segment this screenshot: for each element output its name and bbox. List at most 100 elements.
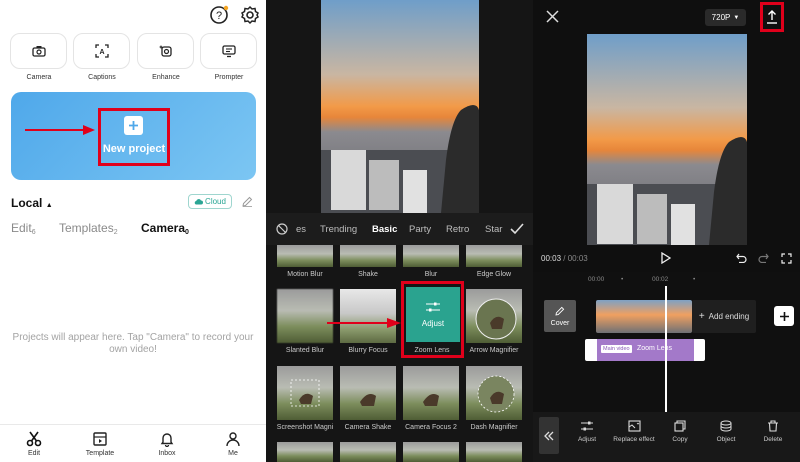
effect-thumb-blur[interactable] xyxy=(403,245,459,267)
nav-me[interactable]: Me xyxy=(213,431,253,457)
double-chevron-left-icon xyxy=(544,431,554,440)
effect-toolbar: Adjust Replace effect Copy Object Delete xyxy=(533,412,800,462)
replace-effect-button[interactable]: Replace effect xyxy=(609,420,659,443)
tab-edit[interactable]: Edit6 xyxy=(11,221,36,236)
effect-thumb-blurry-focus[interactable] xyxy=(340,289,396,343)
effect-track[interactable]: Main video Zoom Lens xyxy=(585,339,705,361)
editor-panel: 720P ▼ 00:03 / 00:03 00:00 • 00:02 • Cove… xyxy=(533,0,800,462)
settings-gear-icon[interactable] xyxy=(240,5,260,25)
cloud-icon xyxy=(194,199,204,205)
nav-edit[interactable]: Edit xyxy=(14,431,54,457)
effect-thumb-zoom-lens[interactable]: Adjust xyxy=(406,287,460,342)
preview-scene-image xyxy=(321,105,479,213)
cloud-button[interactable]: Cloud xyxy=(188,194,232,209)
prompter-tool-label: Prompter xyxy=(214,74,244,81)
effect-thumb-slanted-blur[interactable] xyxy=(277,289,333,343)
redo-icon[interactable] xyxy=(758,253,769,263)
effect-label: Edge Glow xyxy=(476,271,512,278)
effect-label: Motion Blur xyxy=(287,271,323,278)
prompter-tool-button[interactable] xyxy=(200,33,257,69)
effect-thumb[interactable] xyxy=(277,442,333,462)
adjust-button[interactable]: Adjust xyxy=(562,420,612,443)
svg-text:?: ? xyxy=(216,10,222,22)
red-arrow-icon xyxy=(25,125,95,135)
video-preview xyxy=(321,0,479,213)
delete-button[interactable]: Delete xyxy=(748,420,798,443)
preview-scene-image xyxy=(587,137,747,245)
tab-party[interactable]: Party xyxy=(409,224,431,235)
tab-templates[interactable]: Templates2 xyxy=(59,221,118,236)
nav-template[interactable]: Template xyxy=(80,431,120,457)
captions-tool-label: Captions xyxy=(88,74,116,81)
no-effect-icon[interactable] xyxy=(276,223,288,235)
play-icon[interactable] xyxy=(661,252,671,264)
effect-thumb[interactable] xyxy=(466,442,522,462)
enhance-tool-label: Enhance xyxy=(152,74,180,81)
captions-icon: A xyxy=(94,44,109,58)
object-button[interactable]: Object xyxy=(701,420,751,443)
copy-icon xyxy=(674,420,686,432)
cover-button[interactable]: Cover xyxy=(544,300,576,332)
tab-trending[interactable]: Trending xyxy=(320,224,357,235)
playhead[interactable] xyxy=(665,286,667,412)
effect-label: Blur xyxy=(424,271,438,278)
tab-camera[interactable]: Camera0 xyxy=(141,221,189,236)
effect-label: Zoom Lens xyxy=(414,347,450,354)
enhance-tool-button[interactable] xyxy=(137,33,194,69)
close-icon[interactable] xyxy=(546,10,559,23)
effect-clip-zoom-lens[interactable]: Main video Zoom Lens xyxy=(597,339,694,361)
prompter-icon xyxy=(221,45,236,58)
resolution-dropdown[interactable]: 720P ▼ xyxy=(705,9,746,26)
effect-label: Slanted Blur xyxy=(285,347,325,354)
effect-label: Dash Magnifier xyxy=(470,424,518,431)
local-section-title[interactable]: Local ▲ xyxy=(11,196,53,210)
bottom-navigation: Edit Template Inbox Me xyxy=(0,424,266,462)
replace-icon xyxy=(627,420,641,432)
edit-pencil-icon[interactable] xyxy=(242,196,253,207)
effect-thumb-screenshot-magnifier[interactable] xyxy=(277,366,333,420)
tab-category-prev[interactable]: es xyxy=(296,224,306,235)
effect-category-bar: es Trending Basic Party Retro Star xyxy=(266,213,533,245)
sliders-icon xyxy=(581,421,593,431)
help-icon[interactable]: ? xyxy=(209,5,229,25)
camera-tool-button[interactable] xyxy=(10,33,67,69)
effect-thumb[interactable] xyxy=(403,442,459,462)
timecode: 00:03 / 00:03 xyxy=(541,254,588,263)
captions-tool-button[interactable]: A xyxy=(73,33,130,69)
add-clip-button[interactable] xyxy=(774,306,794,326)
effect-thumb[interactable] xyxy=(340,442,396,462)
effect-label: Arrow Magnifier xyxy=(469,347,519,354)
add-ending-button[interactable]: + Add ending xyxy=(692,300,756,333)
undo-icon[interactable] xyxy=(736,253,747,263)
effect-thumb-camera-shake[interactable] xyxy=(340,366,396,420)
new-project-label[interactable]: New project xyxy=(98,143,170,155)
camera-icon xyxy=(31,46,46,57)
timeline[interactable]: 00:00 • 00:02 • Cover + Add ending Main v… xyxy=(533,272,800,412)
person-icon xyxy=(226,432,240,447)
tab-basic[interactable]: Basic xyxy=(372,224,397,235)
effect-thumb-camera-focus-2[interactable] xyxy=(403,366,459,420)
export-button[interactable] xyxy=(760,2,784,32)
effect-thumb-edge-glow[interactable] xyxy=(466,245,522,267)
fullscreen-icon[interactable] xyxy=(781,253,792,264)
bell-icon xyxy=(160,433,174,447)
effect-thumb-motion-blur[interactable] xyxy=(277,245,333,267)
effect-thumb-shake[interactable] xyxy=(340,245,396,267)
upload-icon xyxy=(767,10,777,24)
nav-inbox[interactable]: Inbox xyxy=(147,431,187,457)
tab-retro[interactable]: Retro xyxy=(446,224,469,235)
tab-star[interactable]: Star xyxy=(485,224,505,235)
copy-button[interactable]: Copy xyxy=(655,420,705,443)
collapse-button[interactable] xyxy=(539,417,559,454)
plus-icon: + xyxy=(698,311,705,322)
effect-thumb-arrow-magnifier[interactable] xyxy=(466,289,522,343)
video-preview xyxy=(587,34,747,245)
template-icon xyxy=(93,432,107,446)
effect-thumb-dash-magnifier[interactable] xyxy=(466,366,522,420)
main-video-tag: Main video xyxy=(601,345,632,353)
empty-state-message: Projects will appear here. Tap "Camera" … xyxy=(12,332,254,355)
confirm-check-icon[interactable] xyxy=(510,223,524,235)
caret-down-icon: ▼ xyxy=(733,14,740,21)
new-project-plus-icon[interactable] xyxy=(124,116,143,135)
main-video-clip[interactable] xyxy=(596,300,692,333)
